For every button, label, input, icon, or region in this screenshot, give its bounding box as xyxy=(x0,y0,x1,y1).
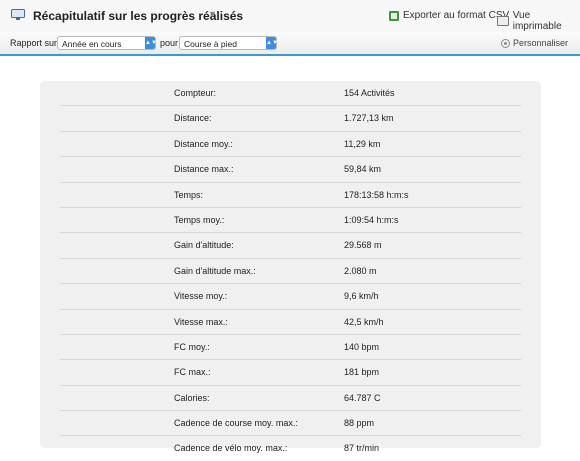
stat-row: Calories: 64.787 C xyxy=(60,386,521,412)
period-value: Année en cours xyxy=(62,39,122,49)
monitor-icon xyxy=(11,9,25,20)
title-bar: Récapitulatif sur les progrès réalisés ▼… xyxy=(0,0,580,33)
stat-value: 11,29 km xyxy=(344,138,381,149)
stats-table: Compteur: 154 Activités Distance: 1.727,13 … xyxy=(40,81,541,461)
stat-value: 181 bpm xyxy=(344,367,380,378)
stat-value: 154 Activités xyxy=(344,88,395,98)
stat-row: Gain d'altitude max.: 2.080 m xyxy=(60,259,521,285)
spreadsheet-icon xyxy=(389,10,399,21)
gear-icon xyxy=(500,38,510,48)
stat-value: 59,84 km xyxy=(344,164,382,175)
printable-view-label: Vue imprimable xyxy=(512,10,562,32)
stat-row: Temps: 178:13:58 h:m:s xyxy=(60,183,521,208)
title-dropdown-icon[interactable]: ▼ xyxy=(208,9,217,19)
export-csv-button[interactable]: Exporter au format CSV xyxy=(389,10,509,21)
chevron-updown-icon: ▲▼ xyxy=(266,37,278,49)
activity-value: Course à pied xyxy=(184,39,237,49)
period-select[interactable]: Année en cours ▲▼ xyxy=(57,36,157,50)
stat-row: Cadence de course moy. max.: 88 ppm xyxy=(60,411,521,437)
stat-value: 2.080 m xyxy=(344,265,377,276)
stat-value: 87 tr/min xyxy=(344,443,380,454)
stat-label: Cadence de vélo moy. max.: xyxy=(174,443,288,454)
stat-label: Calories: xyxy=(174,392,210,403)
stat-label: Distance: xyxy=(174,113,212,124)
stat-row: Cadence de vélo moy. max.: 87 tr/min xyxy=(60,436,521,460)
stat-label: Gain d'altitude max.: xyxy=(174,265,256,276)
stat-value: 42,5 km/h xyxy=(344,316,384,327)
stat-row: Distance max.: 59,84 km xyxy=(60,157,521,183)
printer-icon xyxy=(497,16,509,26)
chevron-updown-icon: ▲▼ xyxy=(145,37,157,49)
stat-row: FC max.: 181 bpm xyxy=(60,360,521,386)
stat-label: Temps moy.: xyxy=(174,214,225,225)
stat-label: Cadence de course moy. max.: xyxy=(174,418,298,429)
activity-select[interactable]: Course à pied ▲▼ xyxy=(179,36,278,50)
stat-label: Vitesse moy.: xyxy=(174,291,228,302)
stat-label: Gain d'altitude: xyxy=(174,240,234,251)
report-label: Rapport sur xyxy=(10,38,58,48)
stat-value: 29.568 m xyxy=(344,240,382,251)
stat-value: 88 ppm xyxy=(344,418,375,429)
stat-row: Gain d'altitude: 29.568 m xyxy=(60,233,521,259)
report-toolbar: Rapport sur Année en cours ▲▼ pour Cours… xyxy=(0,32,580,56)
stat-row: FC moy.: 140 bpm xyxy=(60,335,521,361)
stat-value: 140 bpm xyxy=(344,341,380,352)
stat-value: 9,6 km/h xyxy=(344,291,379,302)
for-label: pour xyxy=(160,38,179,48)
stat-label: Distance moy.: xyxy=(174,138,233,149)
stat-label: FC max.: xyxy=(174,367,211,378)
stat-label: Compteur: xyxy=(174,88,217,98)
stat-value: 64.787 C xyxy=(344,392,381,403)
stat-row: Temps moy.: 1:09:54 h:m:s xyxy=(60,208,521,234)
stat-label: Temps: xyxy=(174,189,204,200)
customize-button[interactable]: Personnaliser xyxy=(500,38,568,48)
stat-row: Vitesse moy.: 9,6 km/h xyxy=(60,284,521,310)
stats-panel: Compteur: 154 Activités Distance: 1.727,13 … xyxy=(40,81,541,453)
stat-row: Distance: 1.727,13 km xyxy=(60,106,521,132)
stat-value: 178:13:58 h:m:s xyxy=(344,189,409,200)
stat-row: Compteur: 154 Activités xyxy=(60,81,521,107)
stat-value: 1:09:54 h:m:s xyxy=(344,214,399,225)
printable-view-button[interactable]: Vue imprimable xyxy=(497,10,580,32)
export-csv-label: Exporter au format CSV xyxy=(403,10,510,21)
stat-label: FC moy.: xyxy=(174,341,210,352)
stat-row: Distance moy.: 11,29 km xyxy=(60,132,521,158)
stat-value: 1.727,13 km xyxy=(344,113,394,124)
customize-label: Personnaliser xyxy=(512,38,568,48)
stat-label: Distance max.: xyxy=(174,164,234,175)
stat-row: Vitesse max.: 42,5 km/h xyxy=(60,310,521,335)
stat-label: Vitesse max.: xyxy=(174,316,228,327)
